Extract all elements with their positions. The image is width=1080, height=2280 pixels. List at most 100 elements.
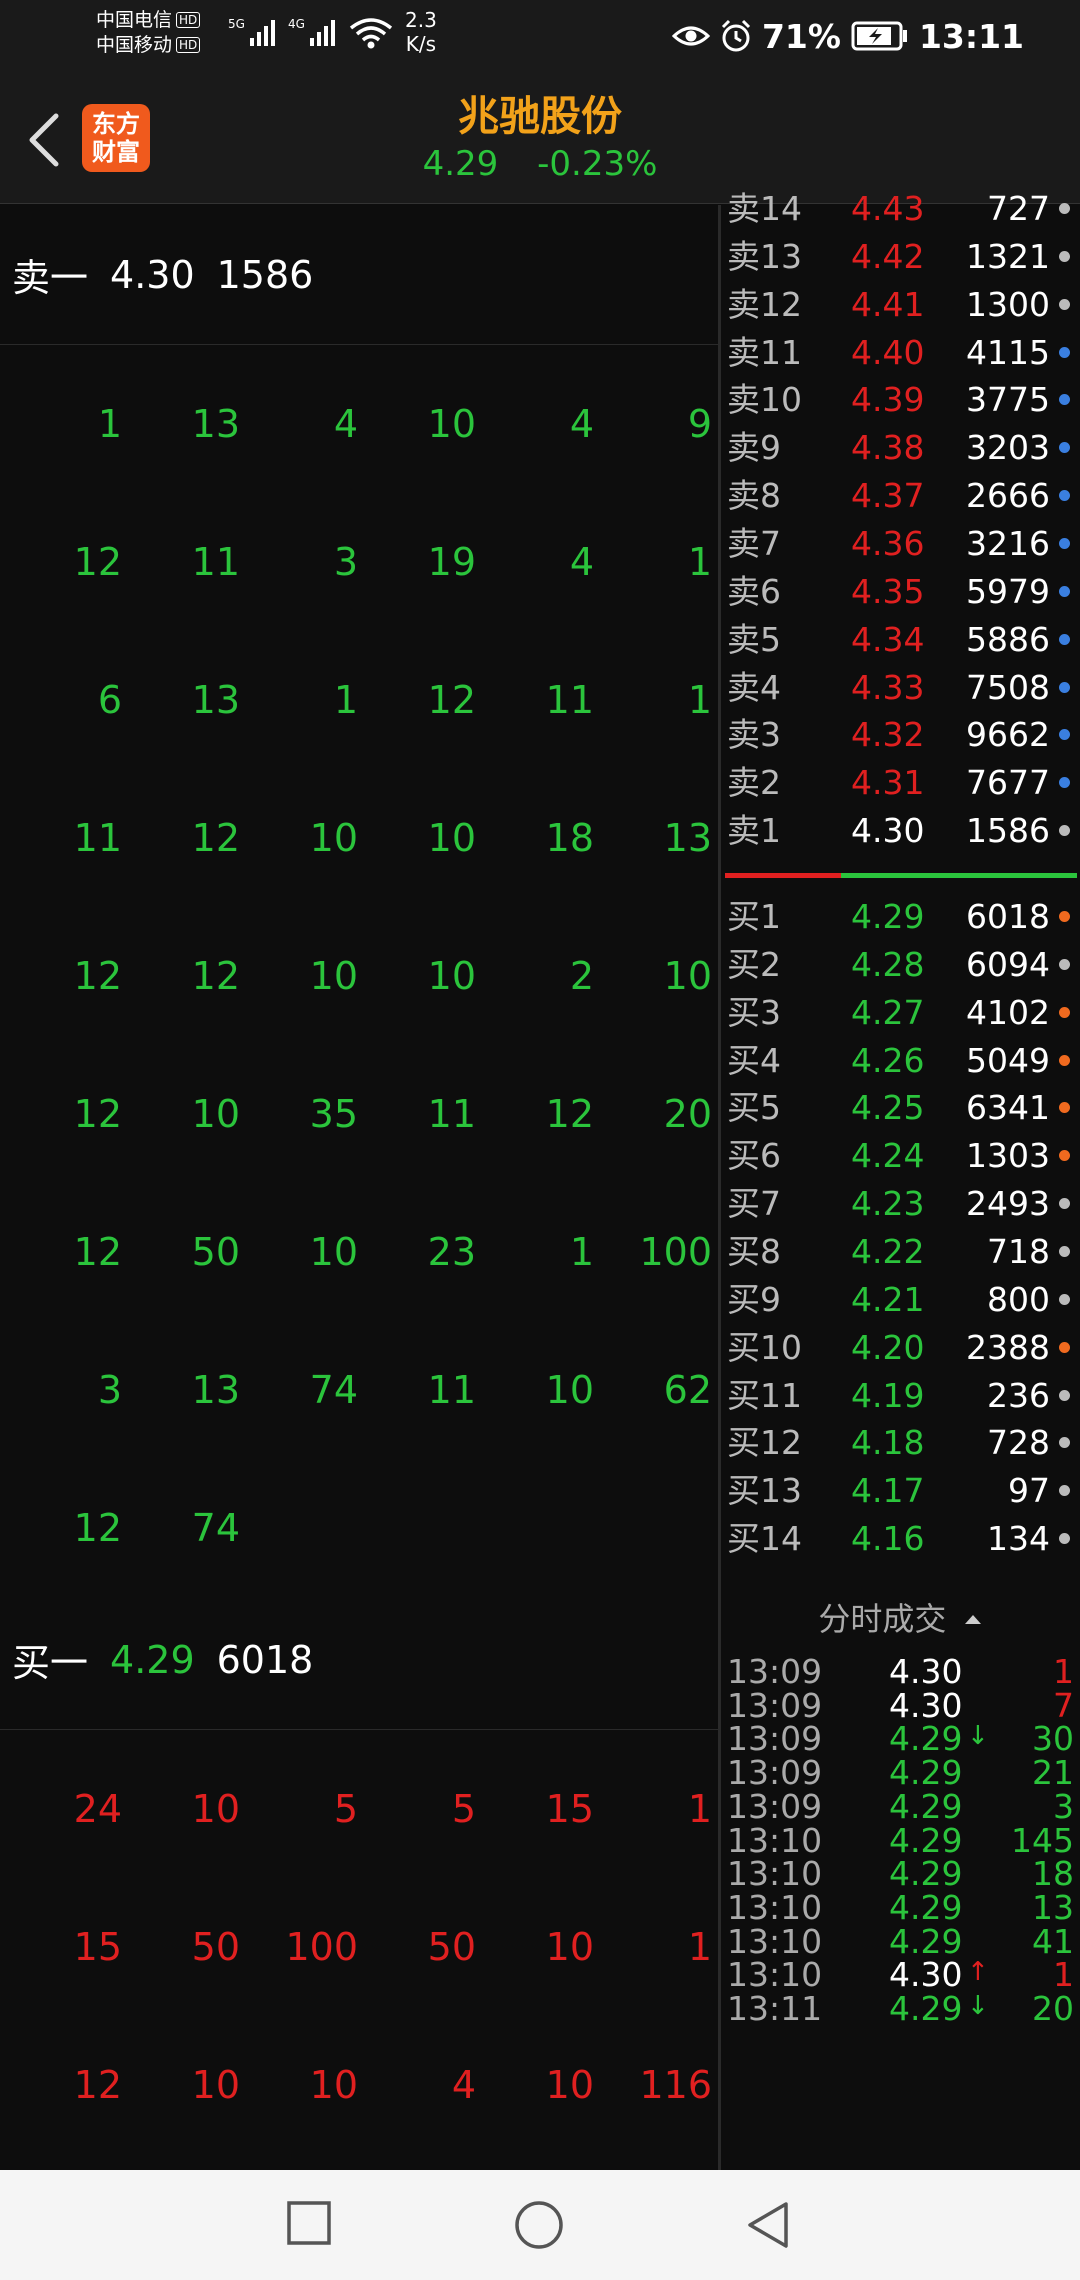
price-change-percent: -0.23%	[537, 144, 658, 184]
queue-order-size: 62	[663, 1368, 712, 1412]
order-book-row[interactable]: 卖4 4.33 7508	[721, 664, 1080, 712]
hd-badge: HD	[176, 37, 201, 53]
order-book-row[interactable]: 卖14 4.43 727	[721, 185, 1080, 233]
level-volume: 1586	[966, 811, 1050, 851]
level-label: 卖5	[727, 619, 781, 659]
trade-price: 4.29	[889, 1989, 963, 2028]
level-label: 卖8	[727, 476, 781, 516]
queue-order-size: 5	[333, 1787, 358, 1831]
queue-order-size: 12	[73, 1092, 122, 1136]
queue-row: 24 10 5 5 15 1	[0, 1740, 718, 1878]
order-book-row[interactable]: 卖12 4.41 1300	[721, 281, 1080, 329]
level-label: 卖13	[727, 236, 802, 276]
level-marker-dot	[1059, 729, 1070, 741]
order-book-row[interactable]: 买12 4.18 728	[721, 1419, 1080, 1467]
queue-order-size: 1	[687, 540, 712, 584]
level-price: 4.28	[851, 944, 925, 984]
queue-order-size: 10	[663, 954, 712, 998]
order-book-row[interactable]: 卖1 4.30 1586	[721, 807, 1080, 855]
system-nav-bar	[0, 2170, 1080, 2280]
queue-order-size: 6	[97, 678, 122, 722]
queue-order-size: 12	[73, 954, 122, 998]
order-book-row[interactable]: 卖7 4.36 3216	[721, 520, 1080, 568]
order-book-row[interactable]: 买11 4.19 236	[721, 1372, 1080, 1420]
order-book-row[interactable]: 卖11 4.40 4115	[721, 329, 1080, 377]
level-marker-dot	[1059, 633, 1070, 645]
order-book-row[interactable]: 买13 4.17 97	[721, 1467, 1080, 1515]
queue-row: 3 13 74 11 10 62	[0, 1321, 718, 1459]
order-book-row[interactable]: 卖3 4.32 9662	[721, 711, 1080, 759]
order-queue-panel: 卖一 4.30 1586 1 13 4 10 4 9 12 11 3 19 4 1 6 13 1 12 11 1 1…	[0, 205, 718, 2170]
order-book-row[interactable]: 卖9 4.38 3203	[721, 424, 1080, 472]
order-book-row[interactable]: 买9 4.21 800	[721, 1276, 1080, 1324]
level-label: 卖2	[727, 763, 781, 803]
level-price: 4.42	[851, 236, 925, 276]
level-marker-dot	[1059, 1150, 1070, 1162]
level-marker-dot	[1059, 298, 1070, 310]
level-volume: 3216	[966, 523, 1050, 563]
signal-5g-icon: 5G	[228, 17, 275, 46]
order-book-row[interactable]: 卖2 4.31 7677	[721, 759, 1080, 807]
bid-ratio-segment	[841, 873, 1077, 878]
level-volume: 6094	[966, 944, 1050, 984]
order-book-row[interactable]: 卖8 4.37 2666	[721, 472, 1080, 520]
queue-order-size: 10	[191, 2063, 240, 2107]
level-marker-dot	[1059, 681, 1070, 693]
order-book-row[interactable]: 买10 4.20 2388	[721, 1324, 1080, 1372]
order-book-row[interactable]: 买1 4.29 6018	[721, 893, 1080, 941]
queue-row: 11 12 10 10 18 13	[0, 769, 718, 907]
level-marker-dot	[1059, 394, 1070, 406]
order-book-row[interactable]: 卖5 4.34 5886	[721, 616, 1080, 664]
eye-icon	[671, 26, 710, 46]
level-marker-dot	[1059, 825, 1070, 837]
time-sales-header[interactable]: 分时成交	[721, 1589, 1080, 1649]
order-book-row[interactable]: 买14 4.16 134	[721, 1515, 1080, 1563]
home-circle-icon[interactable]	[514, 2200, 564, 2250]
queue-order-size: 11	[427, 1368, 476, 1412]
order-book-row[interactable]: 买4 4.26 5049	[721, 1037, 1080, 1085]
level-volume: 3203	[966, 428, 1050, 468]
order-book-row[interactable]: 买5 4.25 6341	[721, 1084, 1080, 1132]
trade-row: 13:11 4.29 ↓ 20	[721, 1984, 1080, 2033]
order-book-row[interactable]: 买6 4.24 1303	[721, 1132, 1080, 1180]
order-book-row[interactable]: 卖13 4.42 1321	[721, 233, 1080, 281]
order-book-row[interactable]: 卖10 4.39 3775	[721, 376, 1080, 424]
level-marker-dot	[1059, 537, 1070, 549]
back-triangle-icon[interactable]	[746, 2200, 790, 2250]
level-marker-dot	[1059, 203, 1070, 214]
order-book-row[interactable]: 买7 4.23 2493	[721, 1180, 1080, 1228]
queue-order-size: 18	[545, 816, 594, 860]
level-label: 卖14	[727, 189, 802, 228]
order-book-row[interactable]: 买2 4.28 6094	[721, 941, 1080, 989]
level-price: 4.36	[851, 523, 925, 563]
level-marker-dot	[1059, 1245, 1070, 1257]
sell1-queue-header: 卖一 4.30 1586	[0, 205, 718, 345]
level-marker-dot	[1059, 346, 1070, 358]
level-marker-dot	[1059, 1054, 1070, 1066]
recents-square-icon[interactable]	[286, 2200, 332, 2246]
current-price: 4.29	[422, 144, 499, 184]
queue-row: 12 50 10 23 1 100	[0, 1183, 718, 1321]
level-label: 卖1	[727, 811, 781, 851]
queue-order-size: 15	[73, 1925, 122, 1969]
level-volume: 3775	[966, 380, 1050, 420]
level-price: 4.21	[851, 1279, 925, 1319]
queue-order-size: 13	[191, 1368, 240, 1412]
level-volume: 4115	[966, 332, 1050, 372]
level-volume: 2493	[966, 1184, 1050, 1224]
order-book-row[interactable]: 卖6 4.35 5979	[721, 568, 1080, 616]
level-volume: 7508	[966, 667, 1050, 707]
queue-order-size: 10	[545, 1368, 594, 1412]
queue-order-size: 2	[569, 954, 594, 998]
network-speed: 2.3 K/s	[405, 8, 437, 56]
queue-order-size: 11	[427, 1092, 476, 1136]
queue-order-size: 10	[309, 954, 358, 998]
level-marker-dot	[1059, 1485, 1070, 1497]
queue-order-size: 15	[545, 1787, 594, 1831]
order-book-row[interactable]: 买3 4.27 4102	[721, 989, 1080, 1037]
order-book-row[interactable]: 买8 4.22 718	[721, 1228, 1080, 1276]
queue-order-size: 12	[73, 1506, 122, 1550]
level-volume: 5886	[966, 619, 1050, 659]
hd-badge: HD	[176, 12, 201, 28]
level-label: 卖4	[727, 667, 781, 707]
